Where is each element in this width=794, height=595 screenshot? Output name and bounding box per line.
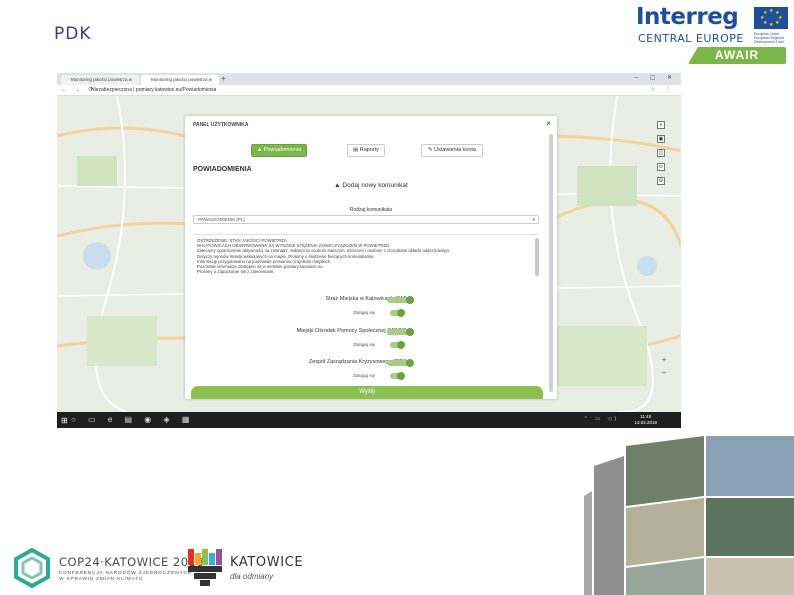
org-toggle[interactable] [387,328,414,336]
map-zoom-controls[interactable]: + – [659,355,669,379]
layer-icon[interactable]: ▣ [657,135,665,143]
slide-title: PDK [54,24,92,44]
windows-start-icon[interactable]: ⊞ [61,416,68,425]
cop24-name: COP24·KATOWICE 2018 [59,555,205,569]
cop24-emblem-icon [14,548,50,588]
cop24-subtitle: KONFERENCJA NARODÓW ZJEDNOCZONYCH W SPRA… [59,571,193,582]
print-icon: ▤ [353,147,360,153]
tab-raporty[interactable]: ▤ Raporty [347,144,385,157]
awair-badge: AWAIR [688,47,786,64]
windows-taskbar: ⊞ ○ ▭ e ▤ ◉ ◈ ▦ ⌃ ▭ ◁) 11:49 13.02.2019 [57,412,681,428]
eu-fund-text: European Union European Regional Develop… [754,32,784,44]
system-tray-icons[interactable]: ⌃ ▭ ◁) [584,416,619,422]
interreg-logo: Interreg CENTRAL EUROPE ★ ★ ★ ★ ★ ★ ★ ★ Europ… [636,4,790,64]
org-toggle[interactable] [387,359,414,367]
central-europe-label: CENTRAL EUROPE [638,32,744,45]
eu-flag-icon: ★ ★ ★ ★ ★ ★ ★ ★ [754,7,788,29]
user-panel-modal: PANEL UŻYTKOWNIKA × ▲ Powiadomienia ▤ Ra… [185,116,557,399]
cop24-logo: COP24·KATOWICE 2018 KONFERENCJA NARODÓW … [12,545,204,591]
browser-screenshot: Monitoring jakości powietrza w Monitorin… [57,73,681,428]
layer-icon[interactable]: ≡ [657,121,665,129]
org-label: Straż Miejska w Katowicach (SM) [325,296,407,302]
modal-title: PANEL UŻYTKOWNIKA [193,122,249,128]
login-link[interactable]: Zaloguj się [306,310,375,315]
message-type-select[interactable]: POWIADOMIENIE [PL] ▾ [193,215,539,224]
login-link[interactable]: Zaloguj się [306,342,375,347]
login-toggle[interactable] [390,341,405,349]
taskbar-app-icons[interactable]: ○ ▭ e ▤ ◉ ◈ ▦ [71,415,194,424]
layer-icon[interactable]: ◫ [657,149,665,157]
org-label: Miejski Ośrodek Pomocy Społecznej (MOPS) [296,328,407,334]
org-toggle[interactable] [387,296,414,304]
city-photo-collage [584,436,794,595]
message-textarea[interactable]: OSTRZEŻENIE: STAN JAKOŚCI POWIETRZA W KA… [193,234,539,288]
login-toggle[interactable] [390,309,405,317]
browser-tab-active[interactable]: Monitoring jakości powietrza w [141,75,219,85]
katowice-tagline: dla odmiany [230,572,274,581]
browser-tab[interactable]: Monitoring jakości powietrza w [61,75,139,85]
bell-icon: ▲ [256,147,264,153]
tab-powiadomienia[interactable]: ▲ Powiadomienia [251,144,307,157]
url-field[interactable]: Niezabezpieczona | pomiary.katowice.eu/P… [91,86,611,94]
send-button[interactable]: Wyślij [191,386,543,399]
katowice-emblem-icon [188,549,222,586]
layer-icon[interactable]: ⚙ [657,177,665,185]
layer-icon[interactable]: ⊙ [657,163,665,171]
katowice-logo: KATOWICE dla odmiany [188,549,308,589]
chevron-down-icon: ▾ [532,217,535,222]
browser-tabbar: Monitoring jakości powietrza w Monitorin… [57,73,681,85]
window-controls[interactable]: – ▢ ✕ [635,74,677,81]
map-layer-controls: ≡ ▣ ◫ ⊙ ⚙ [657,121,669,191]
address-bar: ← → ⟳ Niezabezpieczona | pomiary.katowic… [57,85,681,96]
katowice-name: KATOWICE [230,555,304,570]
tab-ustawienia-konta[interactable]: ✎ Ustawienia konta [421,144,483,157]
textarea-scrollbar[interactable] [535,238,539,276]
modal-scrollbar[interactable] [549,134,553,392]
interreg-wordmark: Interreg [636,4,739,30]
login-toggle[interactable] [390,372,405,380]
message-type-label: Rodzaj komunikatu [349,207,393,213]
taskbar-clock: 11:49 13.02.2019 [634,414,657,425]
org-label: Zespół Zarządzania Kryzysowego (ZZK) [308,359,407,365]
new-tab-button[interactable]: + [221,74,226,83]
section-title: POWIADOMIENIA [193,166,252,173]
add-message-link[interactable]: ▲ Dodaj nowy komunikat [185,182,557,189]
browser-menu-icons[interactable]: ☆ ⋮ [650,86,675,93]
login-link[interactable]: Zaloguj się [306,373,375,378]
close-icon[interactable]: × [546,119,551,128]
